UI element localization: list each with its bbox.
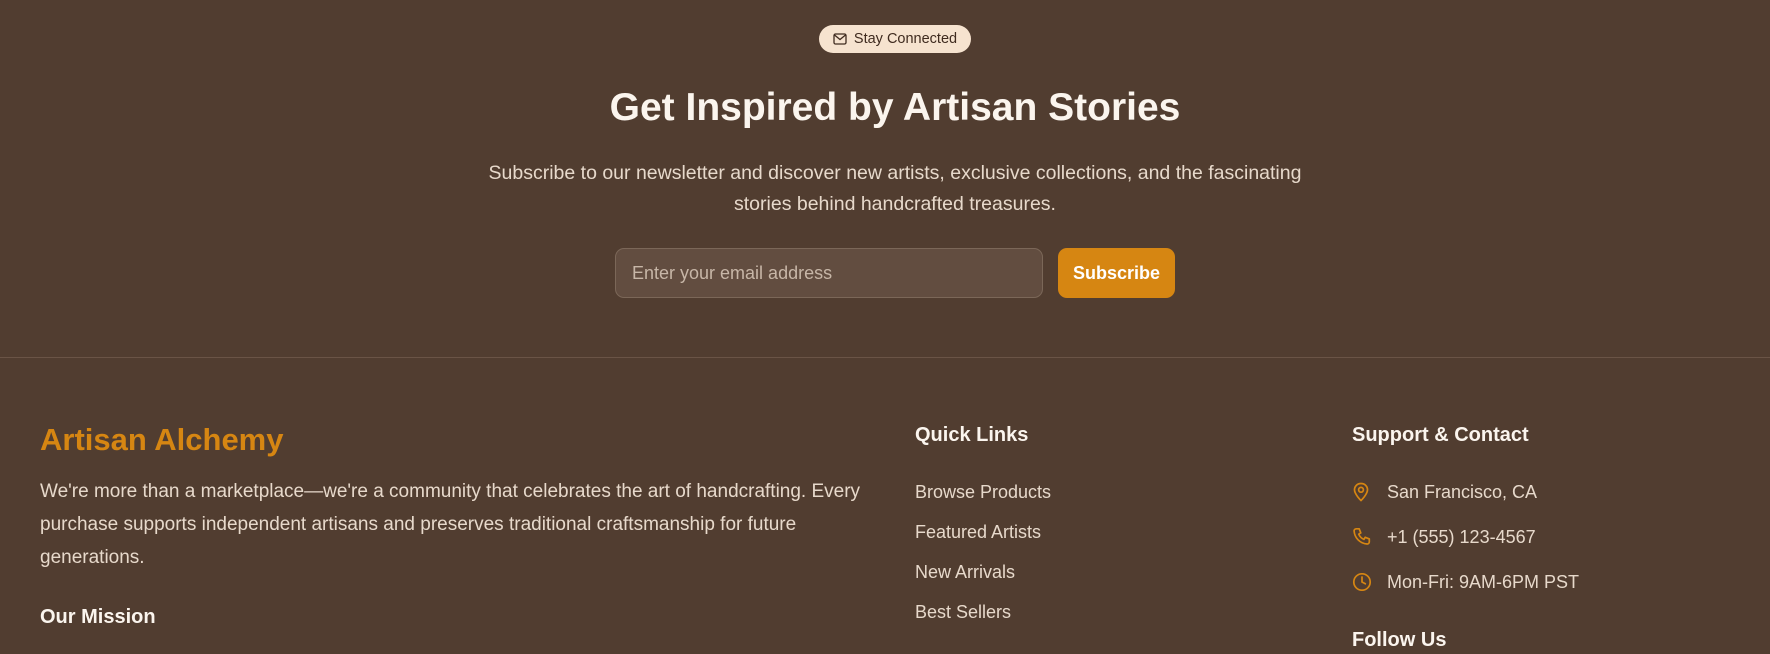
newsletter-section: Stay Connected Get Inspired by Artisan S… <box>0 0 1770 358</box>
hours-text: Mon-Fri: 9AM-6PM PST <box>1387 572 1580 592</box>
featured-artists-link[interactable]: Featured Artists <box>915 522 1041 542</box>
browse-products-link[interactable]: Browse Products <box>915 482 1051 502</box>
quick-link-item: Best Sellers <box>915 598 1051 638</box>
quick-link-item: Browse Products <box>915 478 1051 518</box>
contact-list: San Francisco, CA +1 (555) 123-4567 Mon-… <box>1352 478 1579 613</box>
badge-label: Stay Connected <box>853 31 958 47</box>
mission-heading: Our Mission <box>40 606 156 628</box>
new-arrivals-link[interactable]: New Arrivals <box>915 562 1015 582</box>
location-text: San Francisco, CA <box>1387 482 1538 502</box>
contact-hours: Mon-Fri: 9AM-6PM PST <box>1352 568 1579 613</box>
follow-us-heading: Follow Us <box>1352 629 1447 651</box>
phone-icon <box>1352 523 1387 551</box>
subscribe-button[interactable]: Subscribe <box>1058 248 1175 298</box>
quick-links-heading: Quick Links <box>915 424 1029 446</box>
quick-link-item: New Arrivals <box>915 558 1051 598</box>
contact-phone: +1 (555) 123-4567 <box>1352 523 1579 568</box>
contact-location: San Francisco, CA <box>1352 478 1579 523</box>
mail-icon <box>833 33 847 45</box>
phone-text[interactable]: +1 (555) 123-4567 <box>1387 523 1536 551</box>
brand-description: We're more than a marketplace—we're a co… <box>40 481 861 568</box>
newsletter-subtext: Subscribe to our newsletter and discover… <box>488 162 1302 215</box>
quick-link-item: Featured Artists <box>915 518 1051 558</box>
email-input[interactable] <box>615 248 1043 298</box>
best-sellers-link[interactable]: Best Sellers <box>915 602 1011 622</box>
support-heading: Support & Contact <box>1352 424 1529 446</box>
clock-icon <box>1352 568 1387 596</box>
stay-connected-badge: Stay Connected <box>819 25 971 53</box>
map-pin-icon <box>1352 478 1387 506</box>
brand-name[interactable]: Artisan Alchemy <box>40 420 284 460</box>
newsletter-headline: Get Inspired by Artisan Stories <box>609 86 1181 129</box>
quick-links-list: Browse Products Featured Artists New Arr… <box>915 478 1051 638</box>
